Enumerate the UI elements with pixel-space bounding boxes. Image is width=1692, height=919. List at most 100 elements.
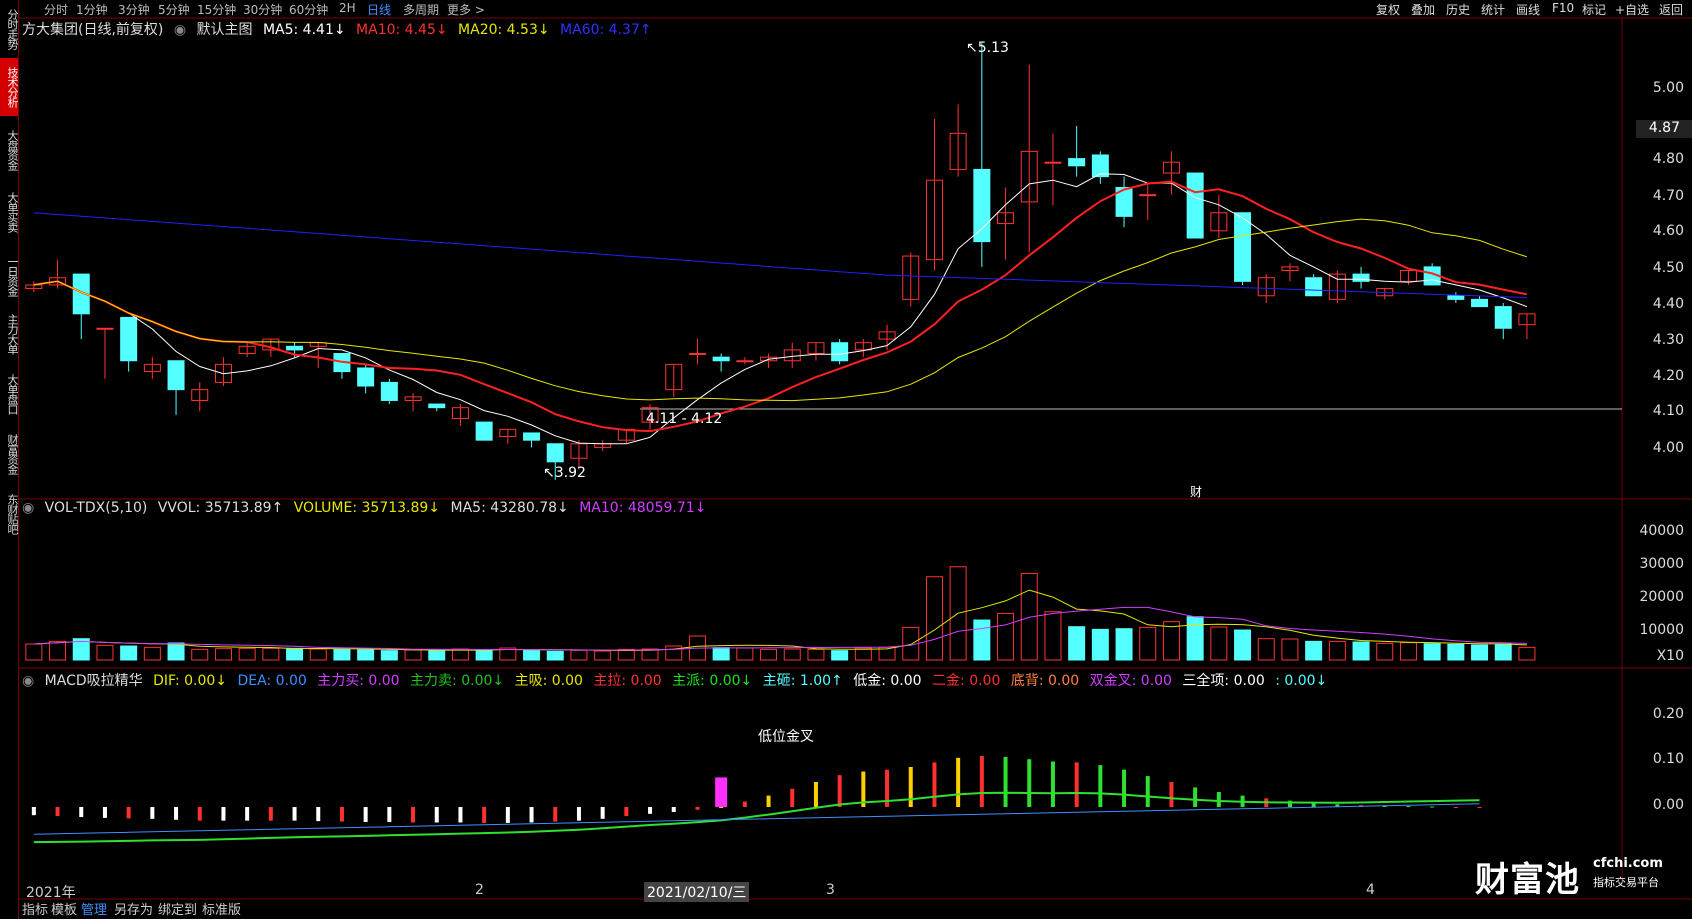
period-2h[interactable]: 2H: [339, 1, 356, 15]
macd-dropdown-icon[interactable]: ◉: [22, 673, 34, 689]
volume-bar: [997, 612, 1015, 661]
macd-bar: [434, 807, 439, 823]
stock-title[interactable]: 方大集团(日线,前复权): [22, 22, 163, 38]
macd-bar: [482, 807, 487, 823]
period-3min[interactable]: 3分钟: [118, 1, 150, 18]
macd-bar: [908, 766, 913, 807]
candle-body: [831, 342, 849, 362]
period-60min[interactable]: 60分钟: [289, 1, 328, 18]
volume-bar: [475, 649, 493, 661]
btn-guanli[interactable]: 管理: [81, 899, 107, 918]
volume-bar: [262, 647, 280, 661]
chart-canvas[interactable]: [0, 0, 1692, 919]
period-multi[interactable]: 多周期: [403, 1, 439, 18]
volume-label: VOLUME: 35713.89↓: [293, 500, 441, 516]
period-15min[interactable]: 15分钟: [197, 1, 236, 18]
volume-bar: [309, 648, 327, 661]
period-1min[interactable]: 1分钟: [76, 1, 108, 18]
macd-tick: 0.00: [1652, 797, 1684, 813]
ltab-pankou[interactable]: 大单盘口: [0, 366, 19, 422]
vol-ma5-line: [33, 589, 1527, 652]
period-30min[interactable]: 30分钟: [243, 1, 282, 18]
vol-legend: ◉ VOL-TDX(5,10) VVOL: 35713.89↑ VOLUME: …: [22, 500, 712, 516]
btn-zhibiao[interactable]: 指标: [22, 899, 48, 918]
btn-huaxian[interactable]: 画线: [1516, 1, 1540, 18]
vol-dropdown-icon[interactable]: ◉: [22, 500, 34, 516]
btn-diejia[interactable]: 叠加: [1411, 1, 1435, 18]
macd-bar: [648, 807, 653, 814]
ltab-yiri[interactable]: 一日资金: [0, 248, 19, 304]
blank-label: : 0.00↓: [1275, 673, 1328, 689]
macd-bar: [1453, 807, 1458, 808]
volume-bar: [120, 645, 138, 661]
macd-tick: 0.10: [1652, 751, 1684, 767]
macd-bar: [387, 807, 392, 823]
period-daily[interactable]: 日线: [367, 1, 391, 18]
price-tick: 4.50: [1652, 260, 1684, 276]
candle-body: [1352, 273, 1370, 282]
ltab-caifu[interactable]: 财富资金: [0, 426, 19, 482]
dropdown-icon[interactable]: ◉: [174, 22, 186, 38]
volume-bar: [854, 647, 872, 661]
macd-bar: [813, 781, 818, 807]
btn-biaozhun[interactable]: 标准版: [202, 899, 241, 918]
period-5min[interactable]: 5分钟: [158, 1, 190, 18]
macd-bar: [1074, 762, 1079, 807]
volume-bar: [167, 642, 185, 661]
main-mode[interactable]: 默认主图: [197, 22, 253, 38]
volume-bar: [1186, 616, 1204, 661]
macd-bar: [600, 807, 605, 819]
volume-bar: [404, 649, 422, 661]
volume-bar: [1044, 611, 1062, 661]
macd-bar: [268, 807, 273, 821]
logo-site: cfchi.com: [1593, 856, 1663, 871]
ltab-dadan[interactable]: 大单买卖: [0, 184, 19, 240]
macd-legend: ◉ MACD吸拉精华 DIF: 0.00↓ DEA: 0.00 主力买: 0.0…: [22, 670, 1333, 690]
volume-bar: [49, 640, 67, 661]
volume-bar: [712, 647, 730, 661]
period-more[interactable]: 更多 >: [447, 1, 485, 18]
period-fenshi[interactable]: 分时: [44, 1, 68, 18]
volume-bar: [1328, 640, 1346, 661]
btn-muban[interactable]: 模板: [51, 899, 77, 918]
cai-marker[interactable]: 财: [1190, 483, 1202, 500]
x-label-selected: 2021/02/10/三: [644, 882, 750, 902]
ltab-zhuli[interactable]: 主力大单: [0, 306, 19, 362]
candle-body: [167, 360, 185, 391]
macd-bar: [316, 807, 321, 822]
macd-note: 低位金叉: [758, 729, 814, 745]
macd-bar: [55, 807, 60, 817]
vol-name[interactable]: VOL-TDX(5,10): [45, 500, 148, 516]
ltab-fenshi[interactable]: 分时走势: [0, 2, 19, 56]
macd-bar: [1098, 765, 1103, 807]
volume-bar: [1139, 626, 1157, 661]
volume-bar: [380, 650, 398, 661]
macd-bar: [742, 801, 747, 807]
macd-name[interactable]: MACD吸拉精华: [45, 673, 143, 689]
ma20-line: [33, 218, 1528, 402]
btn-lingcunwei[interactable]: 另存为: [114, 899, 153, 918]
ma10-label: MA10: 4.45↓: [356, 22, 448, 38]
btn-tongji[interactable]: 统计: [1481, 1, 1505, 18]
btn-biaoji[interactable]: 标记: [1582, 1, 1606, 18]
volume-bar: [428, 650, 446, 661]
macd-bar: [31, 807, 36, 816]
btn-back[interactable]: 返回: [1659, 1, 1683, 18]
volume-bar: [760, 648, 778, 661]
btn-fuquan[interactable]: 复权: [1376, 1, 1400, 18]
volume-bar: [546, 650, 564, 661]
ltab-tieba[interactable]: 东财贴吧: [0, 486, 19, 542]
btn-f10[interactable]: F10: [1552, 1, 1574, 15]
btn-bangding[interactable]: 绑定到: [158, 899, 197, 918]
btn-add-watchlist[interactable]: +自选: [1615, 1, 1649, 18]
zlmc-label: 主力卖: 0.00↓: [410, 673, 505, 689]
ltab-dapan[interactable]: 大盘资金: [0, 122, 19, 178]
btn-lishi[interactable]: 历史: [1446, 1, 1470, 18]
ltab-tech[interactable]: 技术分析: [0, 58, 19, 116]
volume-bar: [1423, 643, 1441, 661]
candle-body: [688, 353, 706, 356]
macd-bar: [458, 807, 463, 823]
macd-bar: [956, 757, 961, 807]
candle-body: [1471, 298, 1489, 308]
candle-body: [1044, 161, 1062, 164]
